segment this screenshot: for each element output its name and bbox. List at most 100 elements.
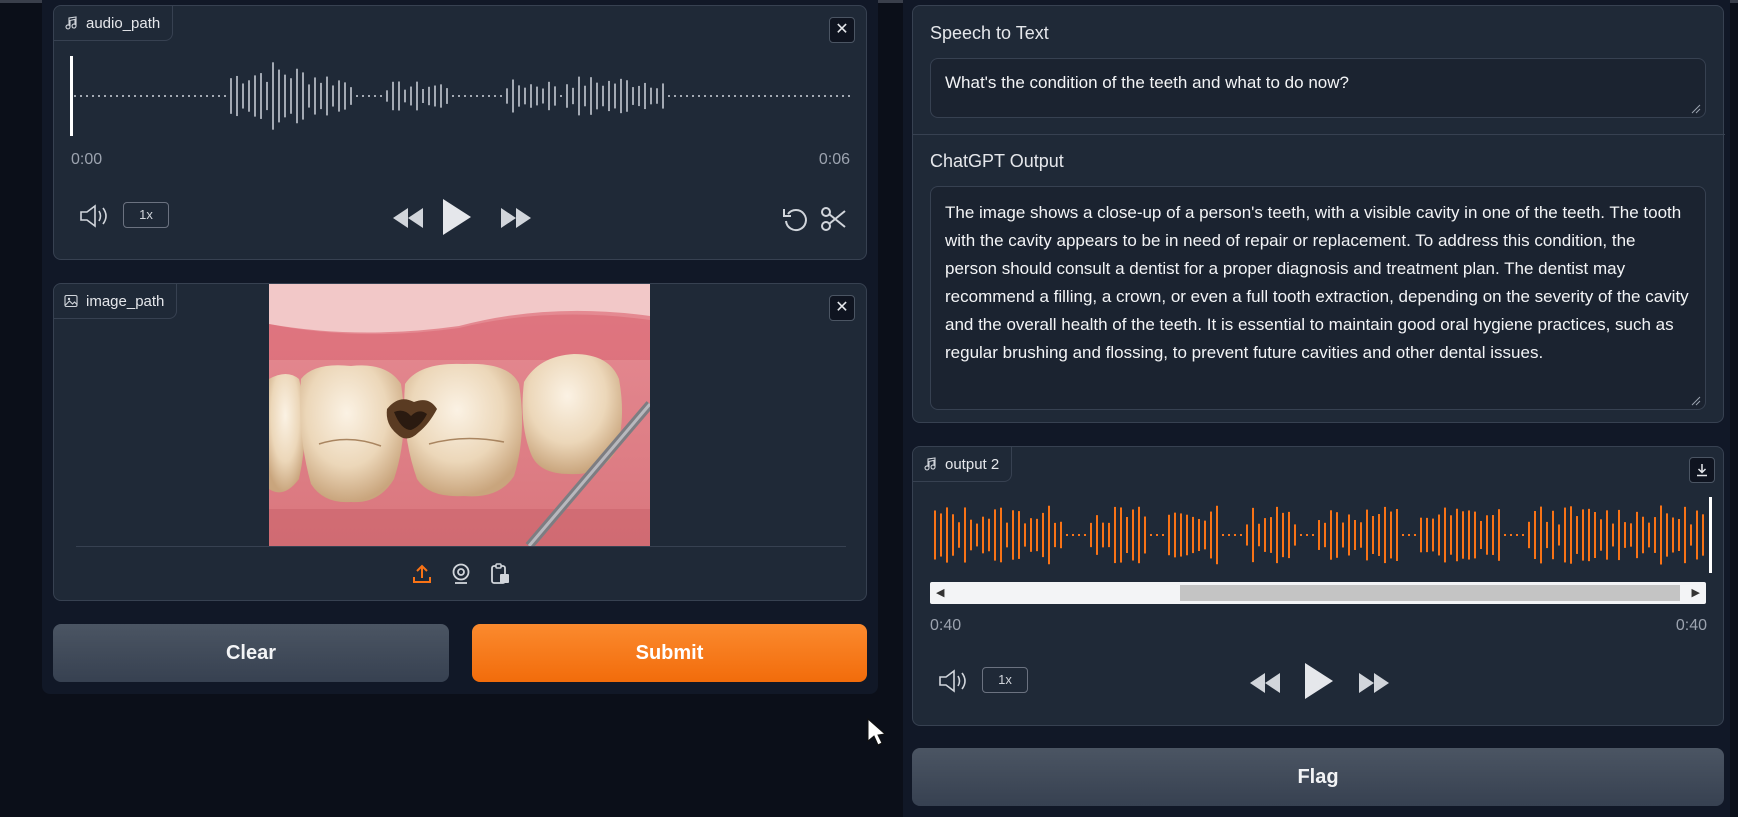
waveform-bar <box>434 85 436 107</box>
waveform-bar <box>1270 517 1272 553</box>
waveform-bar <box>344 82 346 110</box>
scroll-left-icon[interactable]: ◀ <box>936 586 944 599</box>
waveform-bar <box>710 95 712 97</box>
volume-icon[interactable] <box>937 667 971 695</box>
waveform-bar <box>110 95 112 97</box>
rewind-icon[interactable] <box>1248 671 1282 695</box>
waveform-bar <box>946 507 948 563</box>
waveform-bar <box>578 76 580 116</box>
upload-icon[interactable] <box>411 563 433 585</box>
webcam-icon[interactable] <box>450 563 472 585</box>
output-audio-waveform[interactable] <box>930 497 1712 573</box>
scissors-icon[interactable] <box>820 205 848 233</box>
waveform-bar <box>1438 514 1440 556</box>
playback-rate-button[interactable]: 1x <box>982 667 1028 693</box>
waveform-scrollbar[interactable]: ◀ ▶ <box>930 582 1706 604</box>
waveform-bar <box>626 80 628 112</box>
waveform-bar <box>572 87 574 105</box>
waveform-bar <box>302 72 304 120</box>
chatgpt-output-field[interactable]: The image shows a close-up of a person's… <box>930 186 1706 410</box>
clear-button[interactable]: Clear <box>53 624 449 682</box>
waveform-bar <box>800 95 802 97</box>
waveform-bar <box>1684 506 1686 564</box>
resize-grip-icon[interactable] <box>1691 396 1701 406</box>
play-icon[interactable] <box>441 197 473 237</box>
waveform-bar <box>1150 534 1152 536</box>
scroll-right-icon[interactable]: ▶ <box>1692 586 1700 599</box>
waveform-bar <box>650 87 652 105</box>
audio-input-waveform[interactable] <box>70 56 854 136</box>
waveform-bar <box>788 95 790 97</box>
waveform-bar <box>1288 511 1290 559</box>
submit-button[interactable]: Submit <box>472 624 867 682</box>
flag-button[interactable]: Flag <box>912 748 1724 806</box>
waveform-bar <box>284 74 286 118</box>
waveform-bar <box>668 95 670 97</box>
playhead-cursor[interactable] <box>70 56 73 136</box>
waveform-bar <box>1192 516 1194 554</box>
waveform-bar <box>1696 510 1698 560</box>
volume-icon[interactable] <box>78 202 112 230</box>
fast-forward-icon[interactable] <box>1357 671 1391 695</box>
waveform-bar <box>740 95 742 97</box>
waveform-bar <box>554 86 556 106</box>
waveform-bar <box>848 95 850 97</box>
waveform-bar <box>1390 511 1392 559</box>
undo-icon[interactable] <box>782 205 810 233</box>
scrollbar-thumb[interactable] <box>1180 585 1680 601</box>
image-input-label: image_path <box>54 284 178 319</box>
playback-rate-button[interactable]: 1x <box>123 202 169 228</box>
waveform-bar <box>1594 512 1596 558</box>
waveform-bar <box>1570 506 1572 564</box>
waveform-bar <box>308 84 310 108</box>
fast-forward-icon[interactable] <box>499 206 533 230</box>
close-icon[interactable]: ✕ <box>829 17 855 43</box>
waveform-bar <box>1012 510 1014 560</box>
waveform-bar <box>1564 507 1566 563</box>
waveform-bar <box>1384 506 1386 564</box>
waveform-bar <box>398 81 400 111</box>
waveform-bar <box>566 84 568 108</box>
waveform-bar <box>1306 534 1308 536</box>
waveform-bar <box>1642 516 1644 554</box>
waveform-bar <box>842 95 844 97</box>
waveform-bar <box>422 89 424 103</box>
close-icon[interactable]: ✕ <box>829 295 855 321</box>
waveform-bar <box>1168 514 1170 556</box>
waveform-bar <box>782 95 784 97</box>
waveform-bar <box>836 95 838 97</box>
waveform-bar <box>770 95 772 97</box>
waveform-bar <box>934 510 936 560</box>
speech-to-text-field[interactable]: What's the condition of the teeth and wh… <box>930 58 1706 118</box>
waveform-bar <box>128 95 130 97</box>
rewind-icon[interactable] <box>391 206 425 230</box>
waveform-bar <box>758 95 760 97</box>
waveform-bar <box>224 95 226 97</box>
waveform-bar <box>1156 534 1158 536</box>
play-icon[interactable] <box>1303 661 1335 701</box>
output-audio-label-text: output 2 <box>945 455 1000 473</box>
chatgpt-output-value: The image shows a close-up of a person's… <box>945 203 1689 362</box>
waveform-bar <box>386 90 388 102</box>
download-icon[interactable] <box>1689 457 1715 483</box>
waveform-bar <box>452 95 454 97</box>
output-audio-time-end: 0:40 <box>1675 617 1707 634</box>
waveform-bar <box>1420 517 1422 553</box>
resize-grip-icon[interactable] <box>1691 104 1701 114</box>
waveform-bar <box>338 80 340 112</box>
waveform-bar <box>746 95 748 97</box>
waveform-bar <box>716 95 718 97</box>
clipboard-icon[interactable] <box>489 563 511 585</box>
waveform-bar <box>1018 511 1020 559</box>
waveform-bar <box>1312 534 1314 536</box>
playhead-cursor[interactable] <box>1709 497 1712 573</box>
waveform-bar <box>1048 505 1050 565</box>
waveform-bar <box>988 518 990 552</box>
waveform-bar <box>104 95 106 97</box>
waveform-bar <box>590 77 592 115</box>
waveform-bar <box>734 95 736 97</box>
waveform-bar <box>560 95 562 97</box>
waveform-bar <box>134 95 136 97</box>
waveform-bar <box>368 95 370 97</box>
waveform-bar <box>1396 509 1398 561</box>
